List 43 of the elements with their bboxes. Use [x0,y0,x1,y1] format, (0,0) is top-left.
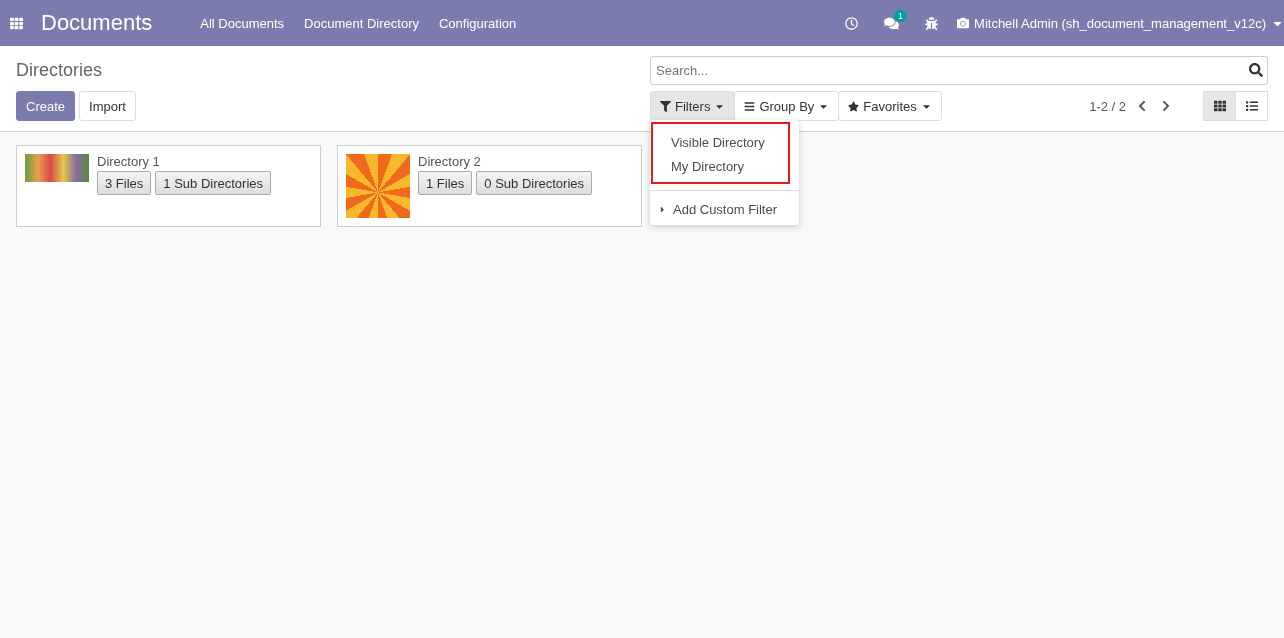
files-button[interactable]: 1 Files [418,171,473,195]
kanban-view-button[interactable] [1203,91,1236,121]
list-view-button[interactable] [1235,91,1268,121]
camera-icon [957,17,970,29]
caret-icon [658,205,667,214]
photo-placeholder [25,154,89,182]
nav-menu-item[interactable]: Configuration [438,15,517,31]
grid-icon [1213,100,1226,112]
directory-card[interactable]: Directory 1 3 Files 1 Sub Directories [16,145,321,227]
bug-icon[interactable] [925,16,939,30]
directory-name: Directory 1 [97,154,161,169]
avatar-placeholder [346,154,410,218]
app-title: Documents [41,10,153,36]
user-menu[interactable]: Mitchell Admin (sh_document_management_v12c) [957,15,1284,31]
filter-icon [660,100,671,112]
search-icon[interactable] [1249,63,1263,77]
clock-icon[interactable] [845,16,859,30]
chevron-right-icon [1160,100,1172,112]
menu-lines-icon [744,100,756,112]
message-count-badge: 1 [894,9,908,22]
pager-counter: 1-2 / 2 [1089,98,1126,114]
sub-directories-button[interactable]: 1 Sub Directories [155,171,271,195]
search-option-button[interactable]: Filters [650,91,736,121]
files-button[interactable]: 3 Files [97,171,152,195]
apps-grid-icon[interactable] [10,16,23,30]
search-option-button[interactable]: Favorites [838,91,942,121]
directory-card[interactable]: Directory 2 1 Files 0 Sub Directories [337,145,642,227]
import-button[interactable]: Import [79,91,136,121]
search-field[interactable]: Search... [650,56,1268,85]
filter-option[interactable]: Visible Directory [653,131,788,155]
nav-menu-item[interactable]: All Documents [200,15,285,31]
directory-name: Directory 2 [418,154,482,169]
sub-directories-button[interactable]: 0 Sub Directories [476,171,592,195]
create-button[interactable]: Create [16,91,76,121]
search-option-button[interactable]: Group By [734,91,840,121]
chat-icon[interactable] [884,15,900,31]
star-icon [848,100,860,112]
list-icon [1245,100,1258,112]
nav-menu-item[interactable]: Document Directory [304,15,419,31]
chevron-left-icon [1136,100,1148,112]
add-custom-filter-toggle[interactable]: Add Custom Filter [650,190,799,221]
page-title: Directories [16,60,104,81]
filter-option[interactable]: My Directory [653,155,788,179]
